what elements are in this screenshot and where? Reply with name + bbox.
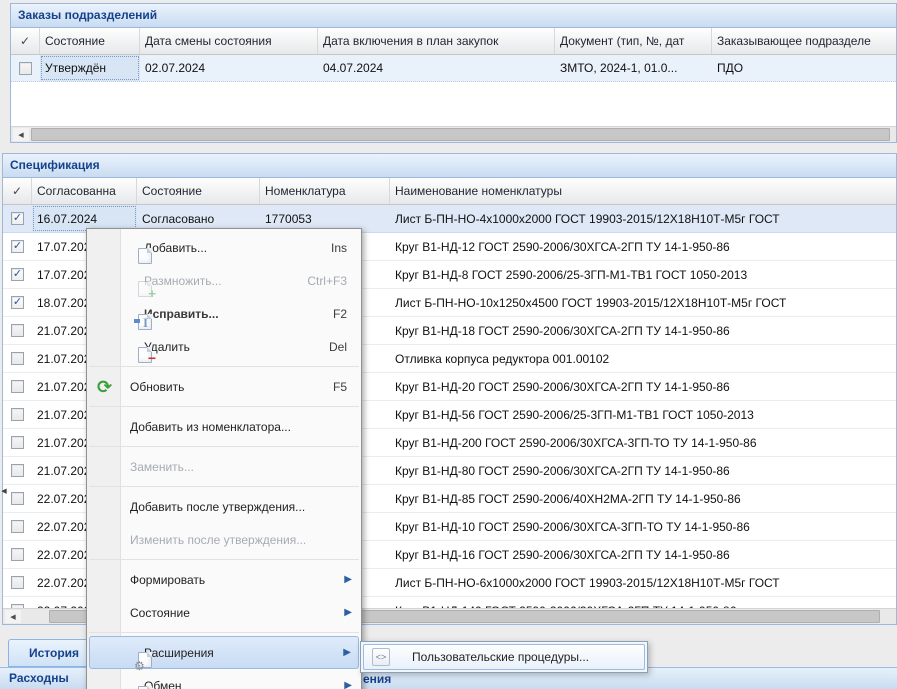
spec-grid-header: ✓ Согласованна Состояние Номенклатура На…	[3, 178, 896, 205]
column-header-plan-include-date[interactable]: Дата включения в план закупок	[318, 28, 555, 54]
cell-name: Круг В1-НД-80 ГОСТ 2590-2006/30ХГСА-2ГП …	[390, 457, 896, 484]
user-procedures-icon: <>	[372, 648, 390, 666]
orders-grid-header: ✓ Состояние Дата смены состояния Дата вк…	[11, 28, 896, 55]
scroll-left-icon[interactable]: ◀	[5, 610, 21, 623]
cell-name: Круг В1-НД-8 ГОСТ 2590-2006/25-3ГП-М1-ТВ…	[390, 261, 896, 288]
menu-separator	[87, 443, 361, 450]
menu-separator	[87, 629, 361, 636]
menu-separator	[87, 363, 361, 370]
extensions-icon: ⚙	[138, 652, 152, 668]
menu-item-duplicate: + Размножить... Ctrl+F3	[89, 264, 359, 297]
application-window: Заказы подразделений ✓ Состояние Дата см…	[0, 0, 897, 689]
cell-document: ЗМТО, 2024-1, 01.0...	[555, 55, 712, 81]
menu-item-user-procedures[interactable]: <> Пользовательские процедуры...	[363, 644, 645, 670]
collapse-icon[interactable]: ◀	[0, 483, 8, 499]
column-header-name[interactable]: Наименование номенклатуры	[390, 178, 896, 204]
menu-item-state[interactable]: Состояние ▶	[89, 596, 359, 629]
cell-name: Круг В1-НД-10 ГОСТ 2590-2006/30ХГСА-3ГП-…	[390, 513, 896, 540]
menu-item-add-from-nomenclator[interactable]: Добавить из номенклатора...	[89, 410, 359, 443]
row-checkbox[interactable]	[19, 62, 32, 75]
row-checkbox[interactable]	[11, 436, 24, 449]
orders-panel-title: Заказы подразделений	[11, 4, 896, 28]
menu-item-edit[interactable]: I Исправить... F2	[89, 297, 359, 330]
refresh-icon: ⟳	[97, 378, 112, 396]
cell-name: Круг В1-НД-16 ГОСТ 2590-2006/30ХГСА-2ГП …	[390, 541, 896, 568]
cell-name: Круг В1-НД-18 ГОСТ 2590-2006/30ХГСА-2ГП …	[390, 317, 896, 344]
row-checkbox[interactable]	[11, 548, 24, 561]
menu-separator	[87, 556, 361, 563]
row-checkbox[interactable]: ✓	[11, 296, 24, 309]
submenu-arrow-icon: ▶	[343, 648, 351, 658]
orders-panel: Заказы подразделений ✓ Состояние Дата см…	[10, 3, 897, 143]
cell-name: Лист Б-ПН-НО-4х1000х2000 ГОСТ 19903-2015…	[390, 205, 896, 232]
cell-name: Лист Б-ПН-НО-6х1000х2000 ГОСТ 19903-2015…	[390, 569, 896, 596]
row-checkbox[interactable]	[11, 380, 24, 393]
row-checkbox[interactable]	[11, 576, 24, 589]
submenu-arrow-icon: ▶	[344, 575, 352, 585]
orders-horizontal-scrollbar[interactable]: ◀	[11, 126, 896, 142]
cell-name: Лист Б-ПН-НО-10х1250х4500 ГОСТ 19903-201…	[390, 289, 896, 316]
edit-icon: I	[138, 314, 152, 330]
select-all-column-header[interactable]: ✓	[3, 178, 32, 204]
menu-item-exchange[interactable]: ⟳ Обмен ▶	[89, 669, 359, 689]
scrollbar-thumb[interactable]	[31, 128, 890, 141]
row-checkbox[interactable]: ✓	[11, 212, 24, 225]
submenu-arrow-icon: ▶	[344, 608, 352, 618]
menu-item-add-after-approval[interactable]: Добавить после утверждения...	[89, 490, 359, 523]
menu-item-replace: Заменить...	[89, 450, 359, 483]
row-checkbox[interactable]: ✓	[11, 268, 24, 281]
column-header-state[interactable]: Состояние	[137, 178, 260, 204]
collapsed-panel-title: Расходны	[9, 671, 69, 685]
cell-name: Круг В1-НД-85 ГОСТ 2590-2006/40ХН2МА-2ГП…	[390, 485, 896, 512]
row-checkbox[interactable]	[11, 352, 24, 365]
cell-name: Круг В1-НД-12 ГОСТ 2590-2006/30ХГСА-2ГП …	[390, 233, 896, 260]
menu-item-form[interactable]: Формировать ▶	[89, 563, 359, 596]
row-checkbox[interactable]	[11, 464, 24, 477]
cell-department: ПДО	[712, 55, 896, 81]
menu-item-change-after-approval: Изменить после утверждения...	[89, 523, 359, 556]
row-checkbox[interactable]	[11, 492, 24, 505]
extensions-submenu: <> Пользовательские процедуры...	[360, 641, 648, 673]
select-all-column-header[interactable]: ✓	[11, 28, 40, 54]
cell-name: Круг В1-НД-56 ГОСТ 2590-2006/25-3ГП-М1-Т…	[390, 401, 896, 428]
row-checkbox[interactable]	[11, 408, 24, 421]
cell-name: Круг В1-НД-20 ГОСТ 2590-2006/30ХГСА-2ГП …	[390, 373, 896, 400]
duplicate-icon: +	[138, 281, 152, 297]
row-checkbox[interactable]	[11, 324, 24, 337]
checkmark-icon: ✓	[12, 178, 22, 204]
row-checkbox[interactable]: ✓	[11, 240, 24, 253]
menu-item-refresh[interactable]: ⟳ Обновить F5	[89, 370, 359, 403]
column-header-department[interactable]: Заказывающее подразделе	[712, 28, 896, 54]
scroll-left-icon[interactable]: ◀	[13, 128, 29, 141]
context-menu: Добавить... Ins + Размножить... Ctrl+F3 …	[86, 228, 362, 689]
column-header-state-change-date[interactable]: Дата смены состояния	[140, 28, 318, 54]
row-checkbox[interactable]	[11, 520, 24, 533]
submenu-arrow-icon: ▶	[344, 681, 352, 689]
table-row[interactable]: Утверждён 02.07.2024 04.07.2024 ЗМТО, 20…	[11, 55, 896, 82]
cell-plan-include-date: 04.07.2024	[318, 55, 555, 81]
new-document-icon	[138, 248, 152, 264]
cell-name: Круг В1-НД-200 ГОСТ 2590-2006/30ХГСА-3ГП…	[390, 429, 896, 456]
menu-item-extensions[interactable]: ⚙ Расширения ▶	[89, 636, 359, 669]
menu-separator	[87, 483, 361, 490]
column-header-document[interactable]: Документ (тип, №, дат	[555, 28, 712, 54]
menu-item-delete[interactable]: − Удалить Del	[89, 330, 359, 363]
column-header-state[interactable]: Состояние	[40, 28, 140, 54]
menu-separator	[87, 403, 361, 410]
collapsed-panel-title-fragment: ения	[363, 672, 391, 686]
checkmark-icon: ✓	[20, 28, 30, 54]
cell-state-change-date: 02.07.2024	[140, 55, 318, 81]
column-header-agreed[interactable]: Согласованна	[32, 178, 137, 204]
cell-name: Отливка корпуса редуктора 001.00102	[390, 345, 896, 372]
menu-item-add[interactable]: Добавить... Ins	[89, 231, 359, 264]
specification-panel-title: Спецификация	[3, 154, 896, 178]
column-header-nomenclature[interactable]: Номенклатура	[260, 178, 390, 204]
delete-icon: −	[138, 347, 152, 363]
cell-state: Утверждён	[40, 55, 140, 81]
cell-name: Круг В1-НД-140 ГОСТ 2590-2006/30ХГСА-2ГП…	[390, 597, 896, 608]
